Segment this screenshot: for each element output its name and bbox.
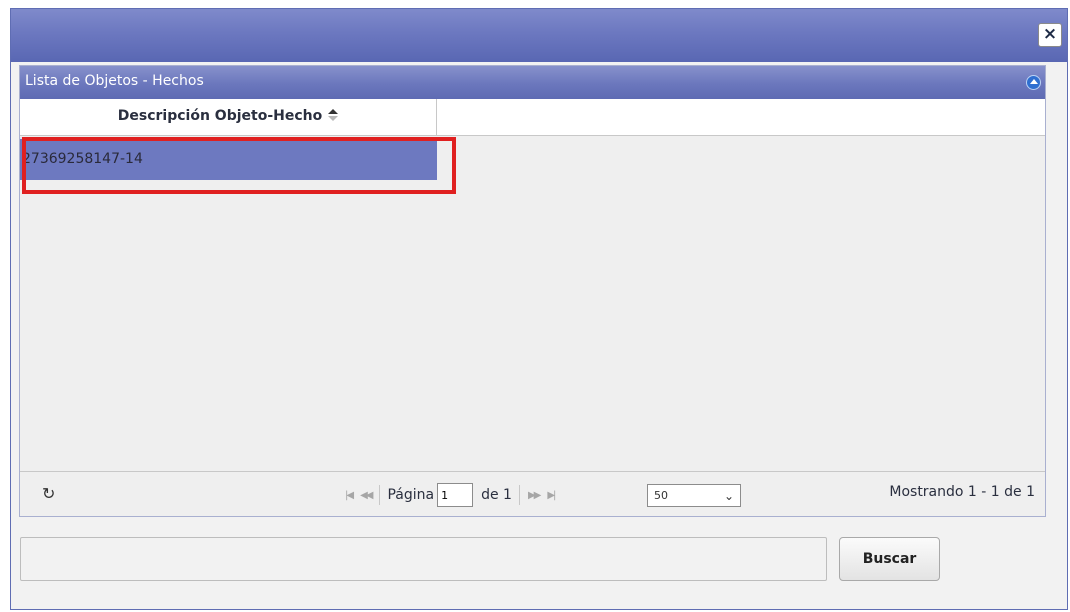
grid-caption: Lista de Objetos - Hechos (20, 66, 1045, 99)
sort-icon[interactable] (328, 109, 339, 121)
close-button[interactable]: × (1038, 23, 1062, 47)
last-page-icon[interactable]: ▶| (547, 490, 556, 501)
refresh-icon[interactable]: ↻ (42, 484, 55, 503)
records-info: Mostrando 1 - 1 de 1 (889, 484, 1035, 500)
column-header-descripcion[interactable]: Descripción Objeto-Hecho (20, 99, 437, 135)
first-page-icon[interactable]: |◀ (345, 490, 354, 501)
collapse-icon[interactable] (1026, 75, 1041, 90)
pager-separator (379, 485, 381, 505)
grid-body: 27369258147-14 (20, 137, 1045, 471)
pager-separator (518, 485, 520, 505)
page-size-value: 50 (654, 489, 668, 502)
next-page-icon[interactable]: ▶▶ (528, 490, 541, 501)
column-header-row: Descripción Objeto-Hecho (20, 99, 1045, 136)
page-number-input[interactable] (437, 483, 474, 507)
grid-title: Lista de Objetos - Hechos (25, 73, 204, 89)
search-button[interactable]: Buscar (839, 537, 940, 581)
dialog-titlebar[interactable]: × (11, 9, 1067, 62)
page-total-label: de 1 (481, 487, 512, 503)
pager: ↻ |◀ ◀◀ Página de 1 ▶▶ ▶| 50 ⌄ Mostrando… (20, 471, 1045, 516)
page-label: Página (387, 487, 435, 503)
prev-page-icon[interactable]: ◀◀ (360, 490, 373, 501)
close-icon: × (1042, 24, 1058, 44)
cell-descripcion: 27369258147-14 (22, 151, 143, 167)
table-row[interactable]: 27369258147-14 (20, 137, 437, 180)
objects-grid: Lista de Objetos - Hechos Descripción Ob… (19, 65, 1046, 517)
column-header-label: Descripción Objeto-Hecho (117, 108, 323, 124)
search-input[interactable] (20, 537, 827, 581)
page-size-select[interactable]: 50 ⌄ (647, 484, 741, 507)
chevron-down-icon: ⌄ (723, 489, 734, 503)
pager-nav: |◀ ◀◀ Página de 1 ▶▶ ▶| (341, 483, 558, 507)
